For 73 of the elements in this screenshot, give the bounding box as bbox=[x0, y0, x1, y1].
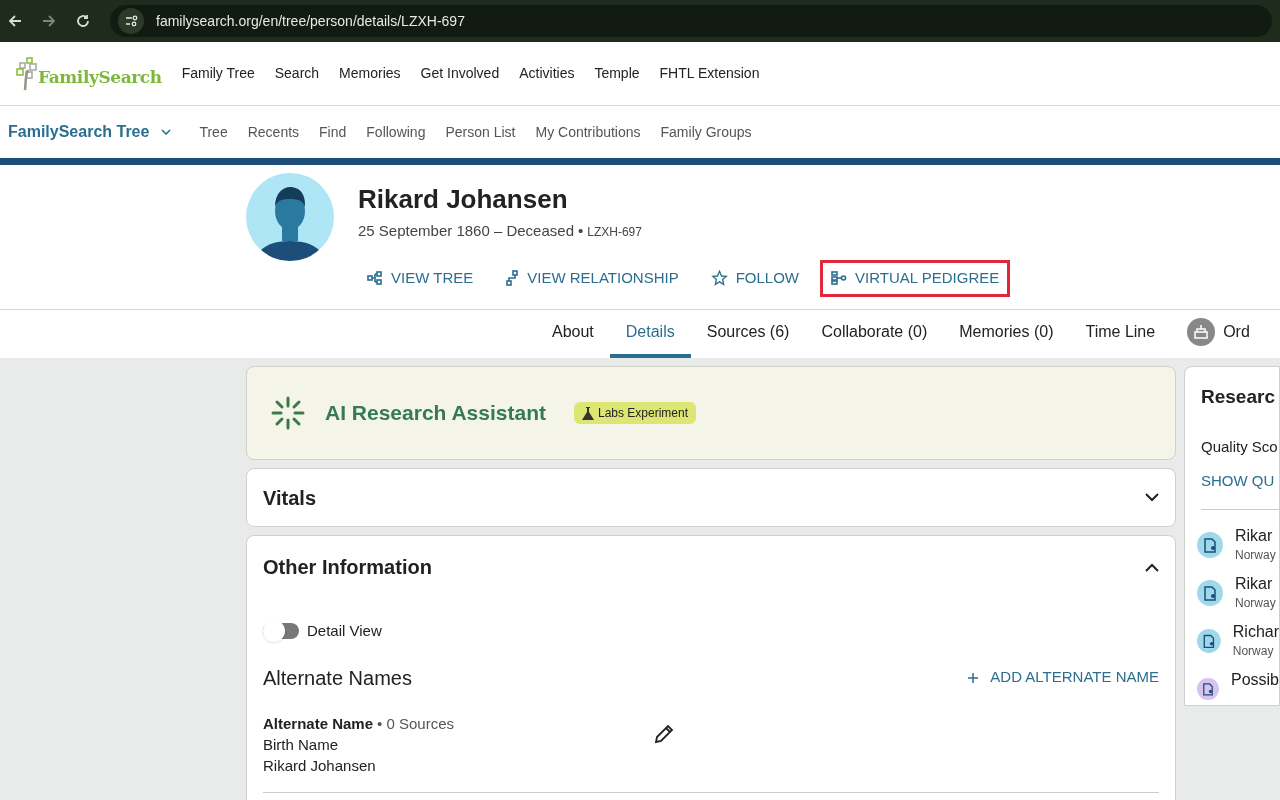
entry-label: Alternate Name bbox=[263, 713, 374, 734]
card-title: Vitals bbox=[263, 485, 316, 511]
nav-link[interactable]: Family Tree bbox=[181, 63, 255, 84]
tree-icon bbox=[367, 271, 383, 286]
subnav-link[interactable]: Find bbox=[319, 121, 347, 143]
record-title[interactable]: Rikar bbox=[1235, 573, 1276, 594]
chevron-down-icon bbox=[161, 129, 172, 135]
person-id: LZXH-697 bbox=[587, 223, 642, 241]
action-link[interactable]: VIRTUAL PEDIGREE bbox=[820, 260, 1011, 297]
tab[interactable]: Sources (6) bbox=[690, 310, 806, 358]
record-title[interactable]: Rikar bbox=[1235, 525, 1276, 546]
reload-icon[interactable] bbox=[76, 14, 90, 28]
tab[interactable]: Ord bbox=[1171, 310, 1266, 358]
chevron-down-icon[interactable] bbox=[1145, 493, 1159, 502]
subnav-link[interactable]: Person List bbox=[445, 121, 516, 143]
subnav-link[interactable]: Following bbox=[366, 121, 426, 143]
section-title: Alternate Names bbox=[263, 665, 412, 691]
temple-icon bbox=[1187, 318, 1216, 346]
record-place: Norway bbox=[1235, 594, 1276, 612]
forward-icon[interactable] bbox=[42, 14, 56, 28]
tab[interactable]: Time Line bbox=[1069, 310, 1172, 358]
flask-icon bbox=[582, 406, 594, 420]
record-place: Norway bbox=[1232, 642, 1275, 660]
nav-link[interactable]: Get Involved bbox=[420, 63, 500, 84]
nav-link[interactable]: FHTL Extension bbox=[659, 63, 760, 84]
detail-view-toggle[interactable] bbox=[263, 623, 299, 640]
separator-dot: • bbox=[578, 220, 584, 241]
pencil-icon[interactable] bbox=[653, 722, 675, 745]
source-count: • 0 Sources bbox=[377, 713, 454, 734]
add-alternate-name-button[interactable]: ADD ALTERNATE NAME bbox=[968, 666, 1159, 689]
relationship-icon bbox=[505, 270, 520, 287]
nav-link[interactable]: Activities bbox=[519, 63, 575, 84]
ai-title: AI Research Assistant bbox=[325, 400, 546, 427]
action-link[interactable]: VIEW RELATIONSHIP bbox=[494, 260, 690, 297]
chevron-up-icon[interactable] bbox=[1145, 562, 1159, 572]
tab[interactable]: About bbox=[536, 310, 610, 358]
card-title: Other Information bbox=[263, 555, 432, 580]
site-settings-icon[interactable] bbox=[118, 8, 144, 34]
star-icon bbox=[710, 270, 728, 287]
record-icon bbox=[1197, 627, 1221, 654]
tab[interactable]: Details bbox=[609, 310, 691, 358]
record-title[interactable]: Possib bbox=[1230, 669, 1279, 690]
alternate-name: Rikard Johansen bbox=[263, 755, 377, 776]
record-place: Norway bbox=[1235, 546, 1276, 564]
show-quality-link[interactable]: SHOW QU bbox=[1201, 470, 1279, 493]
sparkle-icon bbox=[271, 396, 305, 430]
action-link[interactable]: FOLLOW bbox=[699, 260, 810, 297]
nav-link[interactable]: Memories bbox=[339, 63, 401, 84]
pedigree-icon bbox=[831, 271, 847, 286]
life-dates: 25 September 1860 – Deceased bbox=[358, 220, 574, 241]
record-icon bbox=[1197, 675, 1219, 702]
record-icon bbox=[1197, 531, 1223, 558]
back-icon[interactable] bbox=[8, 14, 22, 28]
labs-badge: Labs Experiment bbox=[574, 402, 697, 424]
record-title[interactable]: Richar bbox=[1232, 621, 1279, 642]
subnav-link[interactable]: Family Groups bbox=[660, 121, 752, 143]
record-icon bbox=[1197, 579, 1223, 606]
address-bar[interactable]: familysearch.org/en/tree/person/details/LZXH-697 bbox=[110, 5, 1272, 37]
card-title: Researc bbox=[1201, 385, 1275, 409]
action-link[interactable]: VIEW TREE bbox=[356, 260, 485, 297]
tab[interactable]: Memories (0) bbox=[943, 310, 1070, 358]
tree-menu-button[interactable]: FamilySearch Tree bbox=[8, 120, 172, 144]
subnav-link[interactable]: Recents bbox=[247, 121, 300, 143]
subnav-link[interactable]: Tree bbox=[199, 121, 228, 143]
nav-link[interactable]: Temple bbox=[594, 63, 640, 84]
subnav-link[interactable]: My Contributions bbox=[535, 121, 641, 143]
person-name: Rikard Johansen bbox=[358, 183, 569, 216]
nav-link[interactable]: Search bbox=[274, 63, 320, 84]
quality-score-label: Quality Sco bbox=[1201, 436, 1278, 457]
tab[interactable]: Collaborate (0) bbox=[805, 310, 944, 358]
name-type: Birth Name bbox=[263, 734, 340, 755]
toggle-label: Detail View bbox=[307, 621, 382, 641]
plus-icon bbox=[968, 672, 979, 683]
